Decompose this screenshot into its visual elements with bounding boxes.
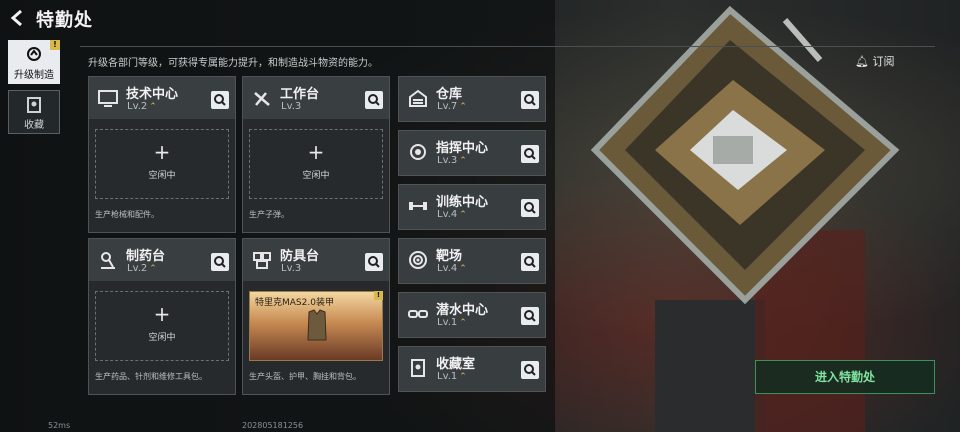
card-level: Lv.2 ⌃: [127, 263, 157, 274]
subscribe-label: 订阅: [872, 55, 895, 68]
production-slot-empty[interactable]: + 空闲中: [95, 129, 229, 199]
collection-icon: [27, 97, 41, 113]
card-name: 潜水中心: [436, 303, 489, 318]
page-subtitle: 升级各部门等级，可获得专属能力提升，和制造战斗物资的能力。: [88, 58, 378, 69]
product-name: 特里克MAS2.0装甲: [255, 298, 334, 308]
card-level: Lv.3 ⌃: [437, 155, 467, 166]
bell-icon: 🔔︎: [855, 55, 869, 68]
card-name: 收藏室: [436, 357, 476, 372]
facility-row-collection-room[interactable]: 收藏室 Lv.1 ⌃: [398, 346, 546, 392]
nav-collection[interactable]: 收藏: [8, 90, 60, 134]
card-header: 制药台 Lv.2 ⌃: [89, 239, 235, 281]
production-slot-active[interactable]: 特里克MAS2.0装甲 !: [249, 291, 383, 361]
facility-row-command-center[interactable]: 指挥中心 Lv.3 ⌃: [398, 130, 546, 176]
nav-label: 收藏: [24, 120, 44, 131]
card-level: Lv.1 ⌃: [437, 371, 467, 382]
facility-row-diving-center[interactable]: 潜水中心 Lv.1 ⌃: [398, 292, 546, 338]
search-icon[interactable]: [365, 91, 383, 109]
hammer-icon: [254, 92, 270, 106]
search-icon[interactable]: [365, 253, 383, 271]
search-icon[interactable]: [521, 307, 539, 325]
collection-room-icon: [411, 359, 425, 377]
facility-row-training-center[interactable]: 训练中心 Lv.4 ⌃: [398, 184, 546, 230]
search-icon[interactable]: [521, 91, 539, 109]
production-slot-empty[interactable]: + 空闲中: [249, 129, 383, 199]
card-name: 指挥中心: [436, 141, 489, 156]
card-level: Lv.2 ⌃: [127, 101, 157, 112]
uid-readout: 202805181256: [242, 421, 304, 430]
warehouse-icon: [409, 89, 427, 107]
card-name: 训练中心: [436, 195, 489, 210]
add-icon: +: [153, 140, 171, 164]
card-level: Lv.4 ⌃: [437, 263, 467, 274]
card-name: 靶场: [436, 249, 463, 264]
search-icon[interactable]: [521, 199, 539, 217]
ping-readout: 52ms: [48, 421, 71, 430]
production-slot-empty[interactable]: + 空闲中: [95, 291, 229, 361]
slot-status: 空闲中: [148, 171, 176, 181]
page-title: 特勤处: [36, 10, 93, 31]
card-header: 工作台 Lv.3: [243, 77, 389, 119]
search-icon[interactable]: [521, 253, 539, 271]
facility-row-warehouse[interactable]: 仓库 Lv.7 ⌃: [398, 76, 546, 122]
enter-special-ops-button[interactable]: 进入特勤处: [755, 360, 935, 394]
card-header: 防具台 Lv.3: [243, 239, 389, 281]
product-badge: !: [374, 291, 383, 300]
subscribe-button[interactable]: 🔔︎ 订阅: [855, 53, 894, 69]
slot-status: 空闲中: [302, 171, 330, 181]
dumbbell-icon: [409, 202, 427, 210]
facility-row-shooting-range[interactable]: 靶场 Lv.4 ⌃: [398, 238, 546, 284]
facility-card-tech-center[interactable]: 技术中心 Lv.2 ⌃ + 空闲中 生产枪械和配件。: [88, 76, 236, 233]
goggles-icon: [408, 310, 428, 318]
search-icon[interactable]: [211, 253, 229, 271]
armor-vest-image: [307, 309, 327, 341]
armor-icon: [253, 252, 271, 269]
target-icon: [409, 251, 427, 269]
card-level: Lv.3: [281, 263, 302, 274]
card-level: Lv.4 ⌃: [437, 209, 467, 220]
add-icon: +: [153, 302, 171, 326]
facility-card-armor-bench[interactable]: 防具台 Lv.3 特里克MAS2.0装甲 ! 生产头盔、护甲、胸挂和背包。: [242, 238, 390, 395]
add-icon: +: [307, 140, 325, 164]
search-icon[interactable]: [521, 361, 539, 379]
card-description: 生产子弹。: [249, 210, 289, 219]
nav-label: 升级制造: [14, 70, 54, 81]
card-name: 技术中心: [126, 87, 179, 102]
card-header: 技术中心 Lv.2 ⌃: [89, 77, 235, 119]
back-arrow-icon[interactable]: [9, 8, 27, 28]
nav-upgrade-craft[interactable]: 升级制造 !: [8, 40, 60, 84]
facility-card-workbench[interactable]: 工作台 Lv.3 + 空闲中 生产子弹。: [242, 76, 390, 233]
search-icon[interactable]: [211, 91, 229, 109]
monitor-icon: [98, 90, 118, 107]
card-level: Lv.1 ⌃: [437, 317, 467, 328]
nav-badge: !: [50, 40, 60, 50]
card-description: 生产头盔、护甲、胸挂和背包。: [249, 372, 361, 381]
card-name: 防具台: [280, 249, 320, 264]
card-level: Lv.7 ⌃: [437, 101, 467, 112]
card-name: 工作台: [280, 87, 320, 102]
search-icon[interactable]: [521, 145, 539, 163]
card-name: 仓库: [436, 87, 463, 102]
facility-card-pharmacy[interactable]: 制药台 Lv.2 ⌃ + 空闲中 生产药品、针剂和维修工具包。: [88, 238, 236, 395]
microscope-icon: [101, 252, 115, 269]
upgrade-icon: [27, 47, 41, 61]
header-divider: [80, 46, 935, 47]
card-level: Lv.3: [281, 101, 302, 112]
card-description: 生产药品、针剂和维修工具包。: [95, 372, 207, 381]
slot-status: 空闲中: [148, 333, 176, 343]
card-name: 制药台: [126, 249, 166, 264]
card-description: 生产枪械和配件。: [95, 210, 159, 219]
command-icon: [410, 144, 426, 160]
